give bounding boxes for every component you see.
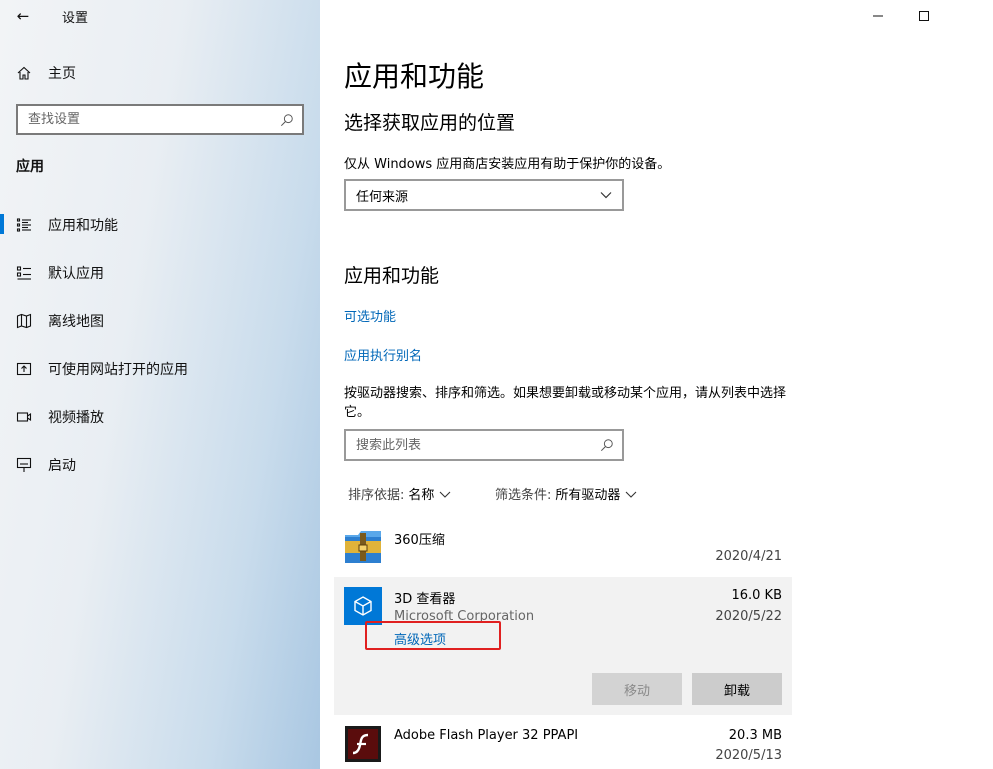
uninstall-button[interactable]: 卸载 bbox=[692, 673, 782, 705]
video-playback-icon bbox=[0, 409, 48, 425]
app-list-item[interactable]: 360压缩 2020/4/21 bbox=[334, 518, 792, 574]
app-list-item[interactable]: Adobe Flash Player 32 PPAPI 20.3 MB 2020… bbox=[334, 718, 792, 769]
archive-app-icon bbox=[344, 527, 382, 565]
move-button[interactable]: 移动 bbox=[592, 673, 682, 705]
app-install-date: 2020/4/21 bbox=[715, 549, 782, 564]
choose-location-heading: 选择获取应用的位置 bbox=[344, 112, 516, 134]
home-nav-item[interactable]: 主页 bbox=[0, 58, 320, 88]
title-bar: ← 设置 bbox=[0, 0, 320, 32]
flash-player-app-icon bbox=[344, 725, 382, 763]
maximize-button[interactable] bbox=[901, 0, 947, 32]
app-list-item-selected[interactable]: 3D 查看器 Microsoft Corporation 16.0 KB 202… bbox=[334, 577, 792, 715]
app-list-search-input[interactable] bbox=[356, 437, 600, 453]
choose-location-description: 仅从 Windows 应用商店安装应用有助于保护你的设备。 bbox=[344, 157, 671, 172]
sidebar-item-label: 视频播放 bbox=[48, 410, 104, 426]
startup-icon bbox=[0, 457, 48, 473]
app-size: 20.3 MB bbox=[728, 728, 782, 743]
minimize-button[interactable] bbox=[855, 0, 901, 32]
sort-by-key: 排序依据: bbox=[348, 488, 405, 503]
sort-by-value: 名称 bbox=[408, 488, 435, 503]
chevron-down-icon bbox=[440, 491, 451, 498]
apps-features-icon bbox=[0, 217, 48, 233]
back-arrow-icon: ← bbox=[16, 7, 30, 25]
app-name: 360压缩 bbox=[394, 533, 445, 548]
sidebar-item-label: 默认应用 bbox=[48, 266, 104, 282]
list-description: 按驱动器搜索、排序和筛选。如果想要卸载或移动某个应用，请从列表中选择它。 bbox=[344, 386, 787, 420]
sidebar-item-video-playback[interactable]: 视频播放 bbox=[0, 400, 320, 448]
sidebar-item-label: 启动 bbox=[48, 458, 76, 474]
apps-for-websites-icon bbox=[0, 361, 48, 377]
maximize-icon bbox=[919, 11, 929, 21]
highlight-box bbox=[365, 621, 501, 650]
app-source-dropdown[interactable]: 任何来源 bbox=[344, 179, 624, 211]
apps-features-heading: 应用和功能 bbox=[344, 265, 440, 287]
page-title: 应用和功能 bbox=[344, 60, 485, 93]
sidebar: ← 设置 主页 应用 应用和功能 默认应用 bbox=[0, 0, 320, 769]
filter-by-control[interactable]: 筛选条件: 所有驱动器 bbox=[495, 484, 638, 503]
settings-search-box[interactable] bbox=[16, 104, 304, 135]
sort-by-control[interactable]: 排序依据: 名称 bbox=[348, 484, 452, 503]
minimize-icon bbox=[873, 15, 883, 17]
section-label-apps: 应用 bbox=[16, 159, 44, 175]
app-execution-aliases-link[interactable]: 应用执行别名 bbox=[344, 345, 422, 364]
app-size: 16.0 KB bbox=[731, 588, 782, 603]
app-list-search-box[interactable] bbox=[344, 429, 624, 461]
home-label: 主页 bbox=[48, 66, 76, 82]
app-name: Adobe Flash Player 32 PPAPI bbox=[394, 728, 579, 743]
app-install-date: 2020/5/13 bbox=[715, 748, 782, 763]
sidebar-item-offline-maps[interactable]: 离线地图 bbox=[0, 304, 320, 352]
filter-by-key: 筛选条件: bbox=[495, 488, 552, 503]
settings-search-input[interactable] bbox=[28, 112, 278, 127]
default-apps-icon bbox=[0, 265, 48, 281]
filter-by-value: 所有驱动器 bbox=[555, 488, 621, 503]
chevron-down-icon bbox=[600, 192, 612, 199]
3d-viewer-app-icon bbox=[344, 587, 382, 625]
optional-features-link[interactable]: 可选功能 bbox=[344, 306, 396, 325]
main-content: 应用和功能 选择获取应用的位置 仅从 Windows 应用商店安装应用有助于保护… bbox=[320, 0, 993, 769]
sidebar-nav: 应用和功能 默认应用 离线地图 可使用网站打开的应用 视频播放 启动 bbox=[0, 208, 320, 496]
sidebar-item-label: 应用和功能 bbox=[48, 218, 118, 234]
chevron-down-icon bbox=[626, 491, 637, 498]
sidebar-item-label: 可使用网站打开的应用 bbox=[48, 362, 188, 378]
app-name: 3D 查看器 bbox=[394, 592, 456, 607]
app-install-date: 2020/5/22 bbox=[715, 609, 782, 624]
app-source-value: 任何来源 bbox=[356, 189, 409, 205]
app-title: 设置 bbox=[62, 10, 89, 26]
search-icon[interactable] bbox=[278, 111, 296, 129]
offline-maps-icon bbox=[0, 313, 48, 329]
sidebar-item-startup[interactable]: 启动 bbox=[0, 448, 320, 496]
sidebar-item-apps-for-websites[interactable]: 可使用网站打开的应用 bbox=[0, 352, 320, 400]
search-icon[interactable] bbox=[600, 438, 614, 452]
close-button-area[interactable] bbox=[947, 0, 993, 32]
sidebar-item-label: 离线地图 bbox=[48, 314, 104, 330]
back-button[interactable]: ← bbox=[0, 0, 46, 32]
sidebar-item-default-apps[interactable]: 默认应用 bbox=[0, 256, 320, 304]
window-controls bbox=[855, 0, 993, 32]
home-icon bbox=[0, 65, 48, 81]
sidebar-item-apps-features[interactable]: 应用和功能 bbox=[0, 208, 320, 256]
